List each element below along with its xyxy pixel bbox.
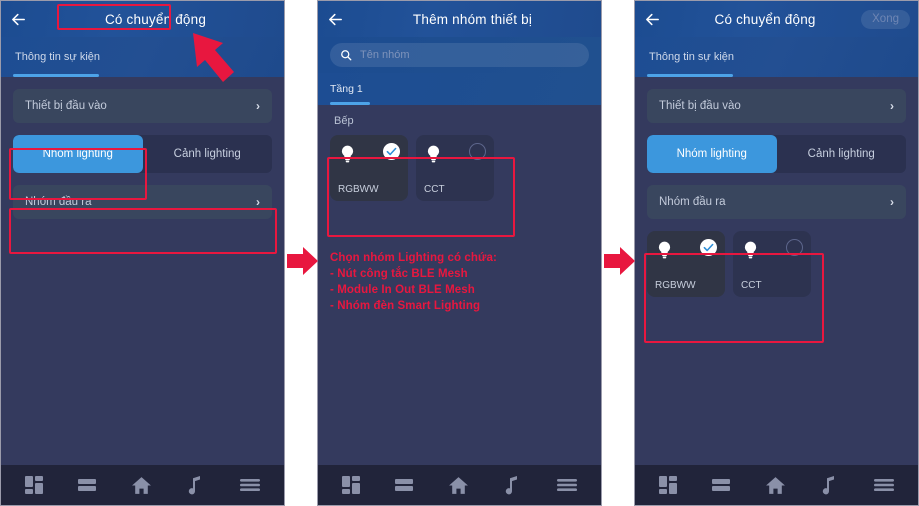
device-card[interactable]: CCT: [416, 135, 494, 201]
arrow-left-icon[interactable]: [318, 1, 352, 37]
device-name: CCT: [741, 280, 762, 291]
pointer-arrow-to-title: [193, 33, 234, 82]
row-label: Thiết bị đầu vào: [659, 100, 741, 112]
hamburger-menu-icon[interactable]: [873, 475, 895, 495]
row-input-device[interactable]: Thiết bị đầu vào ›: [647, 89, 906, 123]
dashboard-grid-icon[interactable]: [341, 475, 361, 495]
device-name: RGBWW: [338, 184, 379, 195]
row-output-group[interactable]: Nhóm đầu ra ›: [13, 185, 272, 219]
tab-nhom-lighting[interactable]: Nhóm lighting: [647, 135, 777, 173]
rows-list-icon[interactable]: [711, 475, 731, 495]
dashboard-grid-icon[interactable]: [658, 475, 678, 495]
floor-tab-strip: Tầng 1: [318, 73, 601, 105]
rows-list-icon[interactable]: [394, 475, 414, 495]
empty-circle-icon[interactable]: [786, 239, 803, 256]
arrow-left-icon[interactable]: [635, 1, 669, 37]
done-button[interactable]: Xong: [861, 9, 910, 29]
tab-event-info[interactable]: Thông tin sự kiện: [1, 51, 100, 63]
panel-right-header: Có chuyển động Xong: [635, 1, 918, 37]
music-note-icon[interactable]: [820, 475, 840, 495]
annotation-line-3: - Module In Out BLE Mesh: [330, 284, 475, 296]
panel-left-body: Thiết bị đầu vào › Nhóm lighting Cảnh li…: [1, 77, 284, 467]
tab-floor-1[interactable]: Tầng 1: [318, 83, 363, 95]
flow-arrow-2: [604, 247, 635, 275]
bottom-nav: [318, 465, 601, 505]
hamburger-menu-icon[interactable]: [239, 475, 261, 495]
panel-middle-header: Thêm nhóm thiết bị: [318, 1, 601, 37]
search-icon: [341, 50, 352, 61]
device-name: CCT: [424, 184, 445, 195]
bottom-nav: [635, 465, 918, 505]
bottom-nav: [1, 465, 284, 505]
flow-arrow-1: [287, 247, 318, 275]
device-card[interactable]: RGBWW: [647, 231, 725, 297]
tab-nhom-lighting[interactable]: Nhóm lighting: [13, 135, 143, 173]
chevron-right-icon: ›: [256, 99, 260, 113]
lightbulb-icon: [424, 143, 443, 165]
device-card[interactable]: CCT: [733, 231, 811, 297]
chevron-right-icon: ›: [890, 195, 894, 209]
home-icon[interactable]: [448, 475, 469, 496]
device-grid: RGBWW CCT: [330, 135, 589, 201]
search-row: Tên nhóm: [318, 37, 601, 73]
home-icon[interactable]: [765, 475, 786, 496]
group-label-bep: Bếp: [334, 115, 354, 127]
annotation-line-4: - Nhóm đèn Smart Lighting: [330, 300, 481, 312]
segmented-control: Nhóm lighting Cảnh lighting: [647, 135, 906, 173]
device-name: RGBWW: [655, 280, 696, 291]
device-card-top: [741, 239, 803, 261]
row-label: Nhóm đầu ra: [25, 196, 92, 208]
segmented-control: Nhóm lighting Cảnh lighting: [13, 135, 272, 173]
device-card-top: [338, 143, 400, 165]
panel-right-body: Thiết bị đầu vào › Nhóm lighting Cảnh li…: [635, 77, 918, 467]
lightbulb-icon: [655, 239, 674, 261]
tab-event-info[interactable]: Thông tin sự kiện: [635, 51, 734, 63]
dashboard-grid-icon[interactable]: [24, 475, 44, 495]
device-grid: RGBWW CCT: [647, 231, 906, 297]
row-input-device[interactable]: Thiết bị đầu vào ›: [13, 89, 272, 123]
arrow-left-icon[interactable]: [1, 1, 35, 37]
check-circle-icon[interactable]: [700, 239, 717, 256]
chevron-right-icon: ›: [256, 195, 260, 209]
row-output-group[interactable]: Nhóm đầu ra ›: [647, 185, 906, 219]
search-placeholder: Tên nhóm: [360, 49, 410, 61]
hamburger-menu-icon[interactable]: [556, 475, 578, 495]
lightbulb-icon: [741, 239, 760, 261]
screenshot-stage: Có chuyển động Thông tin sự kiện Thiết b…: [0, 0, 919, 506]
device-card-top: [655, 239, 717, 261]
device-card[interactable]: RGBWW: [330, 135, 408, 201]
annotation-line-2: - Nút công tắc BLE Mesh: [330, 268, 468, 280]
row-label: Nhóm đầu ra: [659, 196, 726, 208]
music-note-icon[interactable]: [503, 475, 523, 495]
page-title: Có chuyển động: [104, 11, 207, 27]
row-label: Thiết bị đầu vào: [25, 100, 107, 112]
search-input[interactable]: Tên nhóm: [330, 43, 589, 67]
empty-circle-icon[interactable]: [469, 143, 486, 160]
check-circle-icon[interactable]: [383, 143, 400, 160]
annotation-line-1: Chọn nhóm Lighting có chứa:: [330, 252, 497, 264]
device-card-top: [424, 143, 486, 165]
tab-strip: Thông tin sự kiện: [635, 37, 918, 77]
rows-list-icon[interactable]: [77, 475, 97, 495]
page-title: Có chuyển động: [714, 11, 816, 27]
chevron-right-icon: ›: [890, 99, 894, 113]
page-title: Thêm nhóm thiết bị: [412, 11, 533, 27]
home-icon[interactable]: [131, 475, 152, 496]
tab-canh-lighting[interactable]: Cảnh lighting: [777, 135, 907, 173]
panel-right: Có chuyển động Xong Thông tin sự kiện Th…: [634, 0, 919, 506]
lightbulb-icon: [338, 143, 357, 165]
tab-canh-lighting[interactable]: Cảnh lighting: [143, 135, 273, 173]
music-note-icon[interactable]: [186, 475, 206, 495]
